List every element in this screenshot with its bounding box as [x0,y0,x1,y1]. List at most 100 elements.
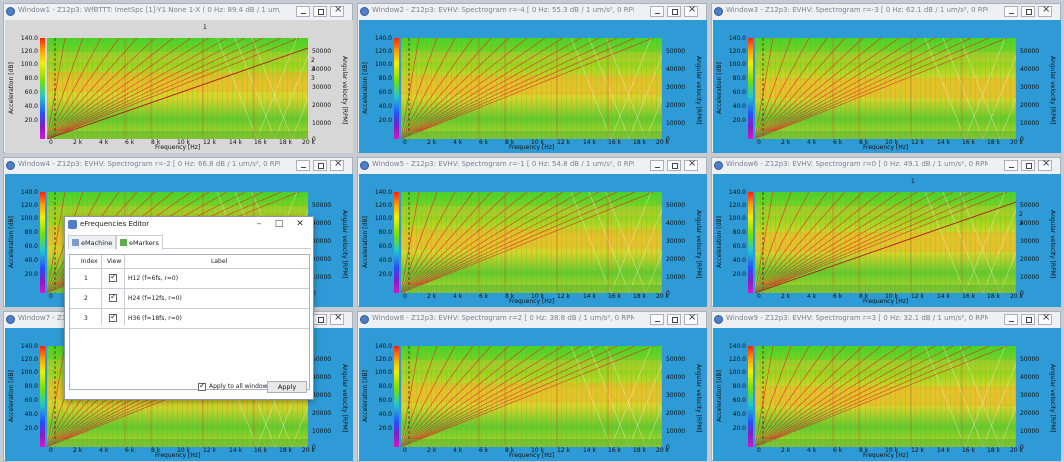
rpm-tick-label: 50000 [312,356,332,363]
window-titlebar[interactable]: Window1 - Z12p3: WfBTTT: ImetSpc [1]-Y1 … [4,4,352,19]
close-button[interactable] [684,4,698,17]
y-tick-label: 40.0 [378,257,392,264]
tab-emachine[interactable]: eMachine [68,235,117,249]
minimize-button[interactable] [1004,160,1018,171]
maximize-button[interactable] [667,160,681,171]
x-tick-label: 2 k [73,447,83,454]
plot-area[interactable]: 140.0 120.0 100.0 80.0 60.0 40.0 20.0 0 2 k 4 k 6 … [359,174,707,307]
row-label[interactable]: H12 (f=6fs, r=0) [128,275,178,282]
rpm-tick-label: 50000 [312,202,332,209]
y-tick-label: 20.0 [378,117,392,124]
close-button[interactable]: ✕ [293,218,307,231]
plot-area[interactable]: 140.0 120.0 100.0 80.0 60.0 40.0 20.0 0 2 k 4 k 6 … [713,20,1061,153]
spectrogram-window-3: Window3 - Z12p3: EVHV: Spectrogram r=-3 … [711,3,1061,153]
tab-emarkers[interactable]: eMarkers [116,235,163,250]
y-tick-label: 100.0 [374,61,392,68]
view-checkbox[interactable] [109,292,117,302]
maximize-button[interactable] [313,314,327,325]
minimize-button[interactable] [296,160,310,171]
y-tick-label: 140.0 [374,35,392,42]
x-tick-label: 16 k [962,293,976,300]
spectrogram-image[interactable] [401,346,662,447]
maximize-button[interactable] [1021,160,1035,171]
apply-button[interactable]: Apply [267,381,307,393]
plot-area[interactable]: 140.0 120.0 100.0 80.0 60.0 40.0 20.0 0 2 k 4 k 6 … [359,20,707,153]
maximize-button[interactable] [1021,6,1035,17]
close-button[interactable] [1038,312,1052,325]
close-button[interactable] [330,4,344,17]
rpm-tick-label: 30000 [666,84,686,91]
table-row[interactable]: 2 H24 (f=12fs, r=0) [70,288,309,308]
window-titlebar[interactable]: Window3 - Z12p3: EVHV: Spectrogram r=-3 … [712,4,1060,19]
close-button[interactable] [330,158,344,171]
window-icon [6,315,15,324]
window-titlebar[interactable]: Window8 - Z12p3: EVHV: Spectrogram r=2 [… [358,312,706,327]
close-button[interactable] [330,312,344,325]
maximize-button[interactable] [1021,314,1035,325]
apply-all-checkbox[interactable] [198,381,206,391]
plot-area[interactable]: 140.0 120.0 100.0 80.0 60.0 40.0 20.0 0 2 k 4 k 6 … [5,20,353,153]
y-tick-label: 140.0 [728,343,746,350]
y-tick-label: 120.0 [20,356,38,363]
table-row[interactable]: 1 H12 (f=6fs, r=0) [70,268,309,288]
spectrogram-image[interactable] [755,346,1016,447]
window-titlebar[interactable]: Window6 - Z12p3: EVHV: Spectrogram r=0 [… [712,158,1060,173]
spectrogram-image[interactable] [755,192,1016,293]
minimize-button[interactable] [1004,6,1018,17]
y-tick-label: 40.0 [732,411,746,418]
window-titlebar[interactable]: Window4 - Z12p3: EVHV: Spectrogram r=-2 … [4,158,352,173]
rpm-tick-label: 50000 [1020,48,1040,55]
plot-area[interactable]: 140.0 120.0 100.0 80.0 60.0 40.0 20.0 0 2 k 4 k 6 … [713,174,1061,307]
spectrogram-window-9: Window9 - Z12p3: EVHV: Spectrogram r=3 [… [711,311,1061,461]
row-label[interactable]: H36 (f=18fs, r=0) [128,315,182,322]
minimize-button[interactable] [1004,314,1018,325]
y-tick-label: 140.0 [20,343,38,350]
spectrogram-image[interactable] [755,38,1016,139]
spectrogram-image[interactable] [401,38,662,139]
rpm-tick-label: 30000 [666,238,686,245]
row-label[interactable]: H24 (f=12fs, r=0) [128,295,182,302]
y-tick-label: 120.0 [374,48,392,55]
maximize-button[interactable] [667,314,681,325]
minimize-button[interactable] [650,314,664,325]
window-titlebar[interactable]: Window2 - Z12p3: EVHV: Spectrogram r=-4 … [358,4,706,19]
rpm-tick-label: 0 [1020,444,1024,451]
x-tick-label: 14 k [937,139,951,146]
y-tick-label: 20.0 [732,425,746,432]
rpm-tick-label: 50000 [312,48,332,55]
spectrogram-window-6: Window6 - Z12p3: EVHV: Spectrogram r=0 [… [711,157,1061,307]
plot-area[interactable]: 140.0 120.0 100.0 80.0 60.0 40.0 20.0 0 2 k 4 k 6 … [713,328,1061,461]
x-tick-label: 14 k [937,447,951,454]
window-icon [714,7,723,16]
markers-table: Index View Label 1 H12 (f=6fs, r=0) 2 H24 (… [69,254,310,390]
view-checkbox[interactable] [109,312,117,322]
window-titlebar[interactable]: Window5 - Z12p3: EVHV: Spectrogram r=-1 … [358,158,706,173]
rpm-tick-label: 20000 [1020,410,1040,417]
table-row[interactable]: 3 H36 (f=18fs, r=0) [70,308,309,328]
maximize-button[interactable] [313,6,327,17]
x-tick-label: 0 [403,447,407,454]
harmonic-marker-label: 1 [203,24,207,31]
spectrogram-image[interactable] [401,192,662,293]
y-tick-label: 20.0 [24,117,38,124]
window-title: Window6 - Z12p3: EVHV: Spectrogram r=0 [… [726,160,988,168]
close-button[interactable] [684,312,698,325]
window-icon [714,161,723,170]
maximize-button[interactable] [667,6,681,17]
maximize-button[interactable]: □ [272,218,286,231]
dialog-titlebar[interactable]: eFrequencies Editor – □ ✕ [65,217,313,233]
spectrogram-image[interactable] [47,38,308,139]
minimize-button[interactable] [650,160,664,171]
close-button[interactable] [1038,158,1052,171]
maximize-button[interactable] [313,160,327,171]
minimize-button[interactable] [296,6,310,17]
plot-area[interactable]: 140.0 120.0 100.0 80.0 60.0 40.0 20.0 0 2 k 4 k 6 … [359,328,707,461]
minimize-button[interactable] [650,6,664,17]
rpm-tick-label: 50000 [666,48,686,55]
x-tick-label: 6 k [479,139,489,146]
view-checkbox[interactable] [109,272,117,282]
close-button[interactable] [684,158,698,171]
close-button[interactable] [1038,4,1052,17]
minimize-button[interactable]: – [252,218,266,231]
window-titlebar[interactable]: Window9 - Z12p3: EVHV: Spectrogram r=3 [… [712,312,1060,327]
